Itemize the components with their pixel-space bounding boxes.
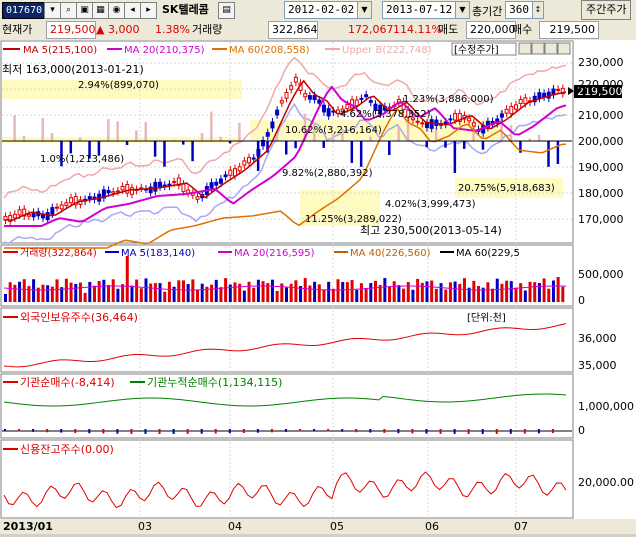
period-input[interactable]: 360	[505, 1, 533, 19]
legend-vol-ma20: MA 20(216,595)	[234, 248, 315, 259]
y-tick-credit-20000: 20,000.00	[578, 476, 634, 489]
volume-value: 322,864	[268, 21, 318, 39]
legend-ma60: MA 60(208,558)	[229, 45, 310, 56]
panel-controls[interactable]	[519, 43, 570, 54]
fib-label-7: 20.75%(5,918,683)	[458, 183, 555, 194]
weekly-price-button[interactable]: 주간주가	[581, 0, 631, 20]
panel-minimize-icon	[519, 43, 531, 54]
high-annotation: 최고 230,500(2013-05-14)	[360, 224, 502, 237]
price-change: ▲ 3,000	[96, 22, 139, 38]
legend-foreign: 외국인보유주수(36,464)	[20, 311, 138, 324]
legend-vol-ma40: MA 40(226,560)	[350, 248, 431, 259]
unit-label: [단위:천]	[467, 311, 506, 324]
stock-name: SK텔레콤	[162, 2, 209, 18]
current-price-label: 현재가	[2, 22, 32, 38]
legend-credit: 신용잔고주수(0.00)	[20, 443, 114, 456]
legend-inst-cum: 기관누적순매수(1,134,115)	[147, 376, 282, 389]
chart-area[interactable]: 219,500 최저 163,000(2013-01-21) 2.94%(899…	[0, 40, 636, 534]
legend-volume: 거래량(322,864)	[20, 247, 97, 259]
legend-inst-net: 기관순매수(-8,414)	[20, 376, 115, 389]
y-tick-foreign-36000: 36,000	[578, 332, 617, 345]
y-tick-inst-0: 0	[578, 424, 585, 437]
legend-vol-ma60: MA 60(229,5	[456, 248, 520, 259]
end-date-dropdown-icon[interactable]: ▼	[455, 1, 470, 19]
y-tick-200000: 200,000	[578, 135, 624, 148]
fib-label-2: 1.0%(1,213,486)	[40, 154, 124, 165]
legend-vol-ma5: MA 5(183,140)	[121, 248, 195, 259]
x-label-06: 06	[425, 520, 439, 533]
fib-label-8: 4.02%(3,999,473)	[385, 199, 476, 210]
current-price-value: 219,500	[46, 21, 96, 39]
panel-up-icon	[532, 43, 544, 54]
end-date-input[interactable]: 2013-07-12	[382, 1, 456, 19]
start-date-input[interactable]: 2012-02-02	[284, 1, 358, 19]
panel-close-icon	[558, 43, 570, 54]
x-label-2013-01: 2013/01	[3, 520, 53, 533]
grid-icon[interactable]: ▦	[92, 2, 109, 19]
stock-chart[interactable]: 219,500 최저 163,000(2013-01-21) 2.94%(899…	[0, 40, 636, 534]
ask-value: 220,000	[466, 21, 516, 39]
ask-label: 매도	[438, 22, 458, 38]
start-date-dropdown-icon[interactable]: ▼	[357, 1, 372, 19]
fib-label-1: 2.94%(899,070)	[78, 80, 159, 91]
panel-down-icon	[545, 43, 557, 54]
search-icon[interactable]: ⌕	[60, 2, 77, 19]
prev-icon[interactable]: ◂	[124, 2, 141, 19]
bid-value: 219,500	[539, 21, 599, 39]
low-annotation: 최저 163,000(2013-01-21)	[2, 63, 144, 76]
legend-ma20: MA 20(210,375)	[124, 45, 205, 56]
toolbar: 017670 ▾ ⌕ ▣ ▦ ◉ ◂ ▸ SK텔레콤 ▤ 2012-02-02 …	[0, 0, 636, 21]
stock-code-input[interactable]: 017670	[2, 2, 46, 19]
lock-icon[interactable]: ▣	[76, 2, 93, 19]
adjusted-price-label: [수정주가]	[454, 44, 499, 56]
price-change-pct: 1.38%	[155, 22, 190, 38]
period-label: 총기간	[472, 3, 502, 19]
y-tick-190000: 190,000	[578, 161, 624, 174]
dropdown-icon[interactable]: ▾	[44, 2, 61, 19]
x-label-07: 07	[514, 520, 528, 533]
x-axis	[0, 519, 636, 534]
next-icon[interactable]: ▸	[140, 2, 157, 19]
x-label-04: 04	[228, 520, 242, 533]
volume-label: 거래량	[192, 22, 222, 38]
y-tick-230000: 230,000	[578, 56, 624, 69]
fib-label-3: 10.62%(3,216,164)	[285, 125, 382, 136]
volume-prev: 172,067	[348, 22, 394, 38]
y-tick-220000: 220,000	[578, 78, 624, 91]
legend-upper-b: Upper B(222,748)	[342, 45, 432, 56]
x-label-03: 03	[138, 520, 152, 533]
y-tick-foreign-35000: 35,000	[578, 359, 617, 372]
volume-ratio: 114.11%	[393, 22, 442, 38]
quote-bar: 현재가 219,500 ▲ 3,000 1.38% 거래량 322,864 17…	[0, 20, 636, 41]
eye-icon[interactable]: ◉	[108, 2, 125, 19]
y-tick-170000: 170,000	[578, 213, 624, 226]
fib-label-6: 9.82%(2,880,392)	[282, 168, 373, 179]
y-tick-inst-1000000: 1,000,000	[578, 400, 634, 413]
y-tick-vol-500000: 500,000	[578, 268, 624, 281]
period-stepper-icon[interactable]: ↕	[532, 1, 544, 19]
memo-icon[interactable]: ▤	[218, 2, 235, 19]
bid-label: 매수	[512, 22, 532, 38]
y-tick-180000: 180,000	[578, 187, 624, 200]
legend-ma5: MA 5(215,100)	[23, 45, 97, 56]
x-label-05: 05	[330, 520, 344, 533]
fib-label-4: 4.62%(3,378,352)	[340, 109, 431, 120]
fib-band	[2, 137, 242, 143]
y-tick-vol-0: 0	[578, 294, 585, 307]
fib-label-5: 1.23%(3,886,000)	[403, 94, 494, 105]
y-tick-210000: 210,000	[578, 109, 624, 122]
